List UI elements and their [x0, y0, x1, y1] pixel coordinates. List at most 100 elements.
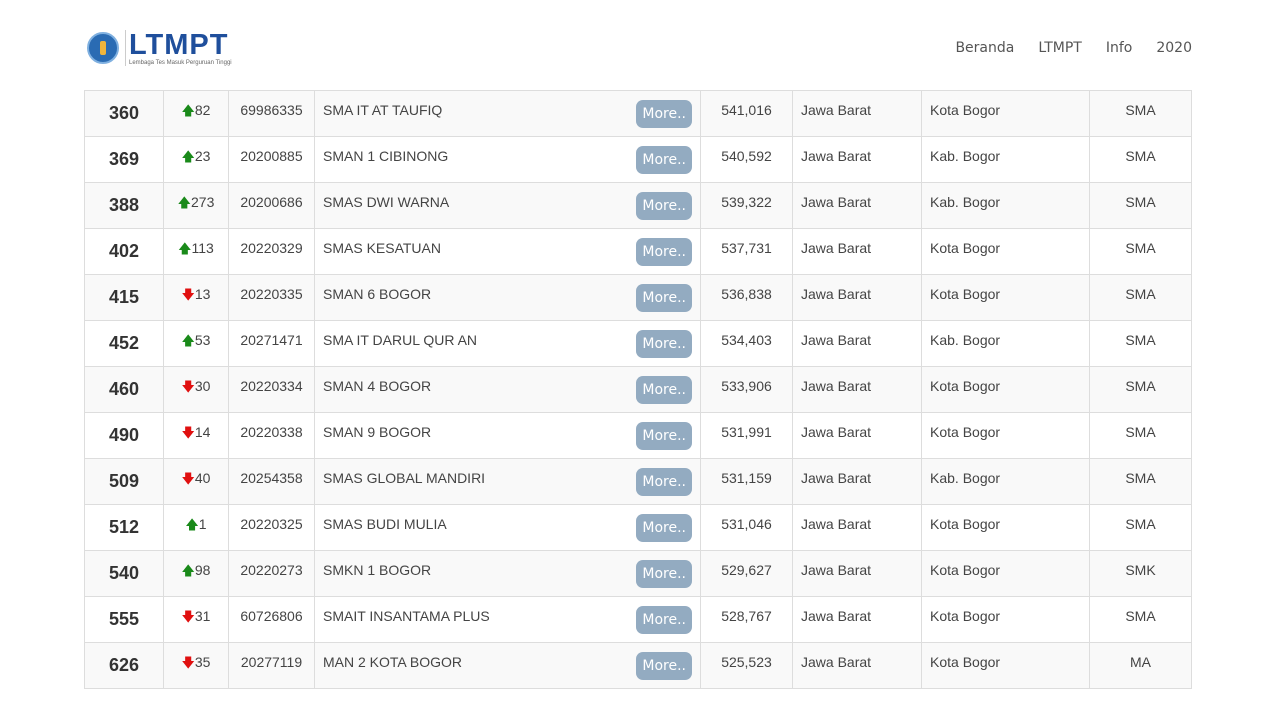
- more-button[interactable]: More..: [636, 192, 692, 220]
- table-row: 388 🡅273 20200686 SMAS DWI WARNA More.. 5…: [84, 182, 1192, 229]
- arrow-up-icon: 🡅: [178, 241, 192, 256]
- rank-cell: 540: [84, 550, 164, 597]
- school-name: SMAS BUDI MULIA: [323, 516, 447, 532]
- school-name: SMAN 6 BOGOR: [323, 286, 432, 302]
- npsn-cell: 20220338: [228, 412, 315, 459]
- nav-beranda[interactable]: Beranda: [955, 40, 1014, 56]
- npsn-cell: 20220325: [228, 504, 315, 551]
- city-cell: Kota Bogor: [921, 642, 1090, 689]
- more-button[interactable]: More..: [636, 284, 692, 312]
- city-cell: Kab. Bogor: [921, 136, 1090, 183]
- more-button[interactable]: More..: [636, 560, 692, 588]
- rank-cell: 360: [84, 90, 164, 137]
- more-button[interactable]: More..: [636, 100, 692, 128]
- school-name-cell: SMAIT INSANTAMA PLUS More..: [314, 596, 701, 643]
- npsn-cell: 60726806: [228, 596, 315, 643]
- school-type-cell: SMA: [1089, 458, 1192, 505]
- npsn-cell: 20220334: [228, 366, 315, 413]
- npsn-cell: 69986335: [228, 90, 315, 137]
- school-name-cell: SMAS KESATUAN More..: [314, 228, 701, 275]
- school-name-cell: SMAS GLOBAL MANDIRI More..: [314, 458, 701, 505]
- npsn-cell: 20277119: [228, 642, 315, 689]
- table-row: 555 🡇31 60726806 SMAIT INSANTAMA PLUS Mor…: [84, 596, 1192, 643]
- rank-change: 273: [191, 194, 215, 210]
- province-cell: Jawa Barat: [792, 504, 922, 551]
- arrow-down-icon: 🡇: [181, 379, 195, 394]
- school-name: SMAN 4 BOGOR: [323, 378, 432, 394]
- more-button[interactable]: More..: [636, 468, 692, 496]
- main-nav: Beranda LTMPT Info 2020: [955, 40, 1192, 56]
- rank-cell: 555: [84, 596, 164, 643]
- city-cell: Kota Bogor: [921, 228, 1090, 275]
- city-cell: Kota Bogor: [921, 504, 1090, 551]
- more-button[interactable]: More..: [636, 514, 692, 542]
- more-button[interactable]: More..: [636, 652, 692, 680]
- province-cell: Jawa Barat: [792, 90, 922, 137]
- rank-change-cell: 🡇30: [163, 366, 229, 413]
- npsn-cell: 20254358: [228, 458, 315, 505]
- score-cell: 536,838: [700, 274, 793, 321]
- emblem-icon: [87, 32, 119, 64]
- school-type-cell: MA: [1089, 642, 1192, 689]
- arrow-up-icon: 🡅: [177, 195, 191, 210]
- table-row: 626 🡇35 20277119 MAN 2 KOTA BOGOR More.. …: [84, 642, 1192, 689]
- nav-ltmpt[interactable]: LTMPT: [1038, 40, 1082, 56]
- rank-cell: 415: [84, 274, 164, 321]
- rank-change-cell: 🡇14: [163, 412, 229, 459]
- score-cell: 537,731: [700, 228, 793, 275]
- city-cell: Kota Bogor: [921, 596, 1090, 643]
- school-ranking-table: 360 🡅82 69986335 SMA IT AT TAUFIQ More.. …: [84, 90, 1192, 689]
- province-cell: Jawa Barat: [792, 458, 922, 505]
- arrow-up-icon: 🡅: [181, 103, 195, 118]
- city-cell: Kota Bogor: [921, 550, 1090, 597]
- table-row: 369 🡅23 20200885 SMAN 1 CIBINONG More.. 5…: [84, 136, 1192, 183]
- rank-change-cell: 🡅273: [163, 182, 229, 229]
- rank-change-cell: 🡇13: [163, 274, 229, 321]
- province-cell: Jawa Barat: [792, 642, 922, 689]
- table-row: 415 🡇13 20220335 SMAN 6 BOGOR More.. 536,…: [84, 274, 1192, 321]
- nav-2020[interactable]: 2020: [1156, 40, 1192, 56]
- school-name-cell: SMAS DWI WARNA More..: [314, 182, 701, 229]
- rank-cell: 626: [84, 642, 164, 689]
- school-name: SMAN 1 CIBINONG: [323, 148, 449, 164]
- province-cell: Jawa Barat: [792, 182, 922, 229]
- more-button[interactable]: More..: [636, 238, 692, 266]
- nav-info[interactable]: Info: [1106, 40, 1133, 56]
- rank-change: 53: [194, 332, 211, 348]
- school-name-cell: SMAN 9 BOGOR More..: [314, 412, 701, 459]
- score-cell: 534,403: [700, 320, 793, 367]
- arrow-down-icon: 🡇: [181, 655, 195, 670]
- school-type-cell: SMA: [1089, 320, 1192, 367]
- npsn-cell: 20220335: [228, 274, 315, 321]
- rank-change: 30: [194, 378, 211, 394]
- header: LTMPT Lembaga Tes Masuk Perguruan Tinggi…: [0, 0, 1280, 90]
- school-name: SMA IT DARUL QUR AN: [323, 332, 478, 348]
- arrow-up-icon: 🡅: [181, 333, 195, 348]
- score-cell: 539,322: [700, 182, 793, 229]
- rank-change-cell: 🡇31: [163, 596, 229, 643]
- table-row: 512 🡅1 20220325 SMAS BUDI MULIA More.. 53…: [84, 504, 1192, 551]
- more-button[interactable]: More..: [636, 330, 692, 358]
- arrow-down-icon: 🡇: [181, 471, 195, 486]
- province-cell: Jawa Barat: [792, 412, 922, 459]
- school-type-cell: SMA: [1089, 274, 1192, 321]
- school-name: SMAIT INSANTAMA PLUS: [323, 608, 490, 624]
- more-button[interactable]: More..: [636, 606, 692, 634]
- school-name-cell: MAN 2 KOTA BOGOR More..: [314, 642, 701, 689]
- table-row: 460 🡇30 20220334 SMAN 4 BOGOR More.. 533,…: [84, 366, 1192, 413]
- school-type-cell: SMA: [1089, 366, 1192, 413]
- more-button[interactable]: More..: [636, 376, 692, 404]
- school-name: SMAS GLOBAL MANDIRI: [323, 470, 486, 486]
- more-button[interactable]: More..: [636, 146, 692, 174]
- score-cell: 531,159: [700, 458, 793, 505]
- rank-change-cell: 🡅23: [163, 136, 229, 183]
- ltmpt-logo[interactable]: LTMPT Lembaga Tes Masuk Perguruan Tinggi: [87, 30, 232, 66]
- rank-change: 23: [194, 148, 211, 164]
- rank-cell: 509: [84, 458, 164, 505]
- score-cell: 531,046: [700, 504, 793, 551]
- school-name-cell: SMKN 1 BOGOR More..: [314, 550, 701, 597]
- province-cell: Jawa Barat: [792, 228, 922, 275]
- more-button[interactable]: More..: [636, 422, 692, 450]
- school-type-cell: SMA: [1089, 412, 1192, 459]
- arrow-up-icon: 🡅: [185, 517, 199, 532]
